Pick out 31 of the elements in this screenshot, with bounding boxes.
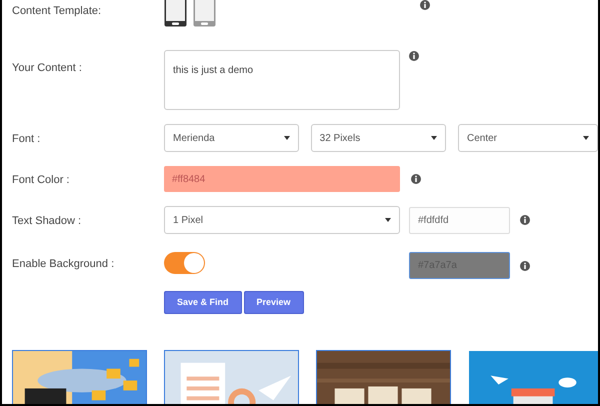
caret-icon: [385, 218, 391, 222]
caret-icon: [284, 136, 290, 140]
dropdown-value: Merienda: [173, 132, 215, 146]
info-icon: [411, 174, 421, 184]
dropdown[interactable]: 32 Pixels: [310, 124, 446, 152]
dropdown-value: 1 Pixel: [173, 214, 204, 228]
dropdown-value: Center: [467, 132, 498, 146]
field-label: Your Content :: [12, 62, 82, 74]
info-icon: [520, 260, 530, 270]
textarea-value: this is just a demo: [173, 65, 254, 76]
save-button[interactable]: Save & Find: [164, 291, 242, 314]
toggle-switch[interactable]: [164, 252, 205, 274]
preview-button[interactable]: Preview: [244, 291, 304, 314]
phone-template-icon[interactable]: [164, 0, 187, 27]
field-label: Font Color :: [12, 174, 70, 186]
field-label: Text Shadow :: [12, 215, 82, 227]
field-label: Font :: [12, 133, 40, 145]
dropdown[interactable]: Center: [458, 124, 598, 152]
color-value: #fdfdfd: [418, 214, 449, 228]
dropdown[interactable]: 1 Pixel: [164, 206, 400, 234]
color-value: #ff8484: [172, 172, 206, 186]
info-icon: [520, 215, 530, 225]
caret-icon: [430, 136, 437, 140]
field-label: Content Template:: [12, 5, 102, 17]
dropdown-value: 32 Pixels: [320, 132, 360, 146]
content-textarea[interactable]: this is just a demo: [164, 50, 400, 110]
info-icon: [409, 51, 419, 61]
field-label: Enable Background :: [12, 258, 114, 270]
caret-icon: [583, 136, 589, 140]
dropdown[interactable]: Merienda: [164, 124, 299, 152]
color-field[interactable]: #fdfdfd: [409, 206, 510, 234]
